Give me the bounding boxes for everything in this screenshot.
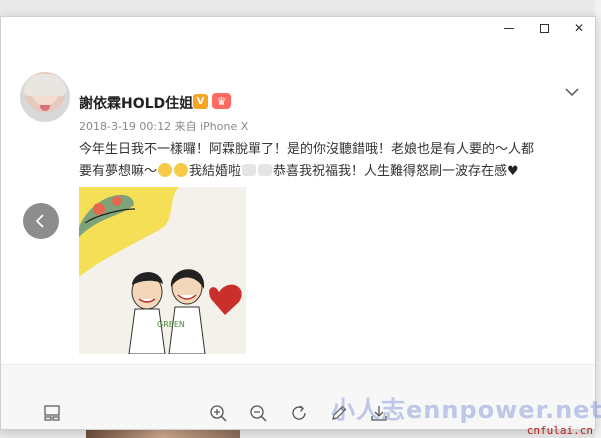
maximize-icon [539, 23, 549, 33]
heart-icon: ♥ [507, 164, 519, 179]
post-text-segment: 要有夢想嘛～ [79, 164, 158, 179]
post-photo[interactable]: GREEN [79, 187, 246, 354]
member-crown-icon: ♛ [212, 93, 231, 109]
verified-badge-icon: V [193, 94, 208, 109]
post-text-segment: 恭喜我祝福我！人生難得怒刷一波存在感 [273, 164, 508, 179]
chevron-down-icon[interactable] [564, 86, 580, 98]
close-icon: ✕ [573, 21, 585, 35]
post-text-line-2: 要有夢想嘛～ 我結婚啦 恭喜我祝福我！人生難得怒刷一波存在感♥ [79, 161, 559, 183]
avatar-mouth [40, 105, 50, 111]
image-viewer-window: ✕ 謝依霖HOLD住姐 V ♛ 2018-3-19 00:12 来自 iPhon… [0, 16, 601, 430]
rotate-button[interactable] [288, 402, 310, 424]
emoji-placeholder-icon [258, 164, 273, 176]
avatar-hair [24, 74, 66, 96]
title-bar: ✕ [1, 17, 595, 39]
edit-icon [332, 405, 347, 420]
zoom-in-icon [210, 405, 227, 422]
download-icon [371, 406, 387, 421]
minimize-icon [504, 27, 514, 29]
post-source: 来自 iPhone X [174, 120, 249, 133]
download-button[interactable] [368, 402, 390, 424]
post-text-line-1: 今年生日我不一樣囉！阿霖脫單了！是的你沒聽錯哦！老娘也是有人要的～人都 [79, 142, 535, 157]
post-text-segment: 我結婚啦 [189, 164, 242, 179]
image-toolbar [1, 365, 595, 429]
post-text: 今年生日我不一樣囉！阿霖脫單了！是的你沒聽錯哦！老娘也是有人要的～人都 要有夢想… [79, 139, 559, 183]
emoji-cry-icon [158, 163, 173, 177]
chevron-left-icon [35, 214, 44, 228]
edit-button[interactable] [328, 402, 350, 424]
username[interactable]: 謝依霖HOLD住姐 [79, 93, 193, 113]
rotate-icon [292, 405, 306, 420]
watermark-bottom-right: cnfulai.cn [526, 424, 593, 437]
gallery-view-button[interactable] [41, 402, 63, 424]
minimize-button[interactable] [495, 18, 523, 38]
gallery-view-icon [44, 405, 60, 421]
photo-illustration: GREEN [79, 187, 246, 354]
emoji-placeholder-icon [242, 164, 257, 176]
maximize-button[interactable] [530, 18, 558, 38]
close-button[interactable]: ✕ [565, 18, 593, 38]
emoji-cry-icon [174, 163, 189, 177]
post-timestamp[interactable]: 2018-3-19 00:12 [79, 120, 171, 133]
zoom-out-button[interactable] [247, 402, 269, 424]
photo-caption-green: GREEN [157, 320, 185, 329]
zoom-out-icon [250, 405, 267, 422]
previous-image-button[interactable] [23, 203, 59, 239]
zoom-in-button[interactable] [207, 402, 229, 424]
post-meta: 2018-3-19 00:12 来自 iPhone X [79, 118, 248, 134]
avatar[interactable] [20, 72, 70, 122]
